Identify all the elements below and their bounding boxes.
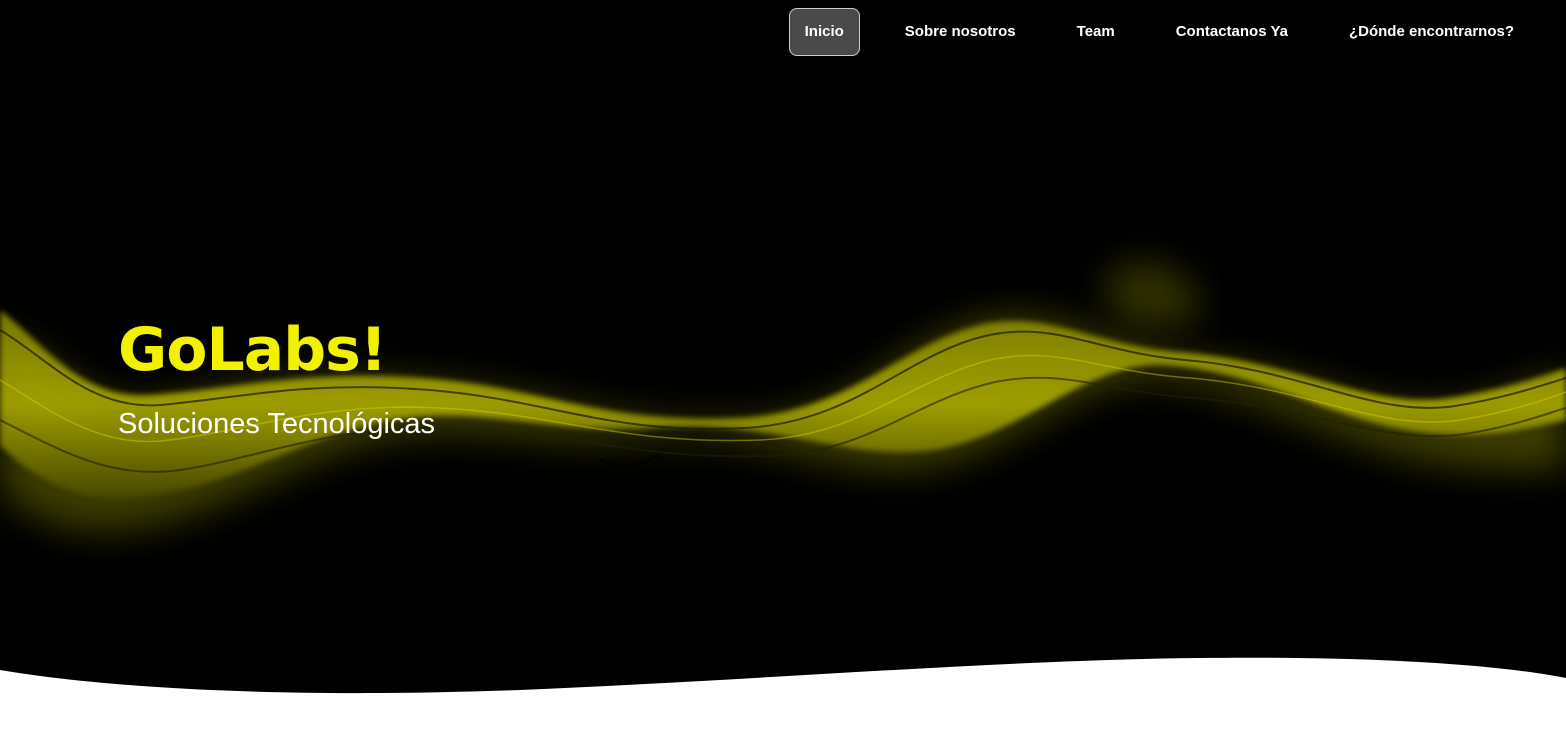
nav-item-contactanos[interactable]: Contactanos Ya <box>1160 8 1304 56</box>
hero-title: GoLabs! <box>118 315 387 385</box>
main-navigation: Inicio Sobre nosotros Team Contactanos Y… <box>760 8 1530 56</box>
hero-section: Inicio Sobre nosotros Team Contactanos Y… <box>0 0 1566 740</box>
hero-text-block: GoLabs! Soluciones Tecnológicas <box>118 312 435 442</box>
nav-item-inicio[interactable]: Inicio <box>788 8 860 56</box>
bottom-wave-divider <box>0 657 1566 740</box>
nav-item-sobre-nosotros[interactable]: Sobre nosotros <box>889 8 1032 56</box>
nav-item-donde-encontrarnos[interactable]: ¿Dónde encontrarnos? <box>1333 8 1530 56</box>
nav-item-team[interactable]: Team <box>1061 8 1131 56</box>
hero-subtitle: Soluciones Tecnológicas <box>118 408 436 440</box>
